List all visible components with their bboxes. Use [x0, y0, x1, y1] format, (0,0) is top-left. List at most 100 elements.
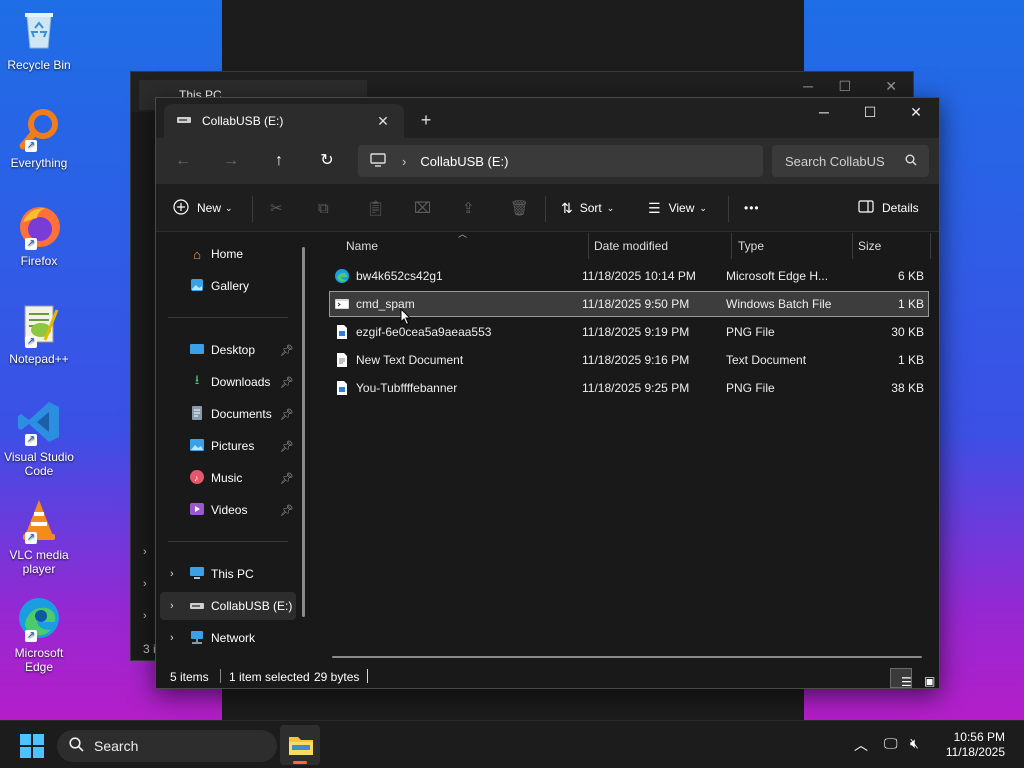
pin-icon[interactable]: 📌︎ [280, 440, 294, 453]
refresh-button[interactable]: ↻ [313, 149, 341, 173]
close-button[interactable]: ✕ [893, 98, 939, 128]
shortcut-arrow-icon: ↗ [25, 434, 37, 446]
minimize-icon[interactable]: ─ [803, 78, 813, 94]
file-row[interactable]: bw4k652cs42g1 11/18/2025 10:14 PM Micros… [330, 264, 928, 288]
share-button[interactable]: ⇪ [462, 196, 475, 220]
file-size: 1 KB [897, 353, 924, 367]
pin-icon[interactable]: 📌︎ [280, 408, 294, 421]
search-box[interactable]: Search CollabUS [772, 145, 929, 177]
rename-icon: ⌧ [414, 200, 432, 217]
address-bar[interactable]: › CollabUSB (E:) [358, 145, 763, 177]
up-button[interactable]: ↑ [265, 149, 293, 173]
column-header-size[interactable]: Size [858, 233, 881, 259]
chevron-right-icon[interactable]: › [170, 632, 174, 644]
system-clock[interactable]: 10:56 PM 11/18/2025 [946, 730, 1005, 760]
nav-item-downloads[interactable]: ⭳ Downloads 📌︎ [160, 368, 296, 396]
chevron-down-icon: ⌄ [606, 202, 615, 213]
file-row-selected[interactable]: cmd_spam 11/18/2025 9:50 PM Windows Batc… [329, 291, 929, 317]
file-row[interactable]: New Text Document 11/18/2025 9:16 PM Tex… [330, 348, 928, 372]
new-button[interactable]: New ⌄ [173, 196, 233, 220]
rename-button[interactable]: ⌧ [414, 196, 431, 220]
plus-circle-icon [173, 198, 189, 218]
minimize-button[interactable]: ─ [801, 98, 847, 128]
close-icon[interactable]: ✕ [885, 78, 897, 95]
desktop-icon-firefox[interactable]: ↗ Firefox [2, 202, 76, 268]
taskbar-file-explorer[interactable] [280, 725, 320, 765]
nav-item-documents[interactable]: Documents 📌︎ [160, 400, 296, 428]
maximize-button[interactable]: ☐ [847, 98, 893, 128]
chevron-right-icon[interactable]: › [170, 568, 174, 580]
desktop-icon-everything[interactable]: ↗ Everything [2, 104, 76, 170]
taskbar: Search ︿ 🖵︎ 🔇︎ 10:56 PM 11/18/2025 [0, 720, 1024, 768]
status-divider [220, 669, 221, 683]
volume-muted-icon[interactable]: 🔇︎ [910, 735, 919, 752]
details-view-icon: ☰ [901, 675, 912, 689]
usb-drive-icon [188, 599, 206, 614]
file-type: PNG File [726, 325, 775, 339]
copy-button[interactable]: ⧉ [318, 196, 329, 220]
nav-item-desktop[interactable]: Desktop 📌︎ [160, 336, 296, 364]
column-header-name[interactable]: Name [346, 233, 378, 259]
chevron-right-icon[interactable]: › [170, 600, 174, 612]
desktop-icon-vscode[interactable]: ↗ Visual Studio Code [2, 398, 76, 478]
desktop-icon-notepadpp[interactable]: ↗ Notepad++ [2, 300, 76, 366]
more-options-button[interactable]: ••• [744, 196, 760, 220]
pin-icon[interactable]: 📌︎ [280, 472, 294, 485]
nav-item-gallery[interactable]: Gallery [160, 272, 296, 300]
title-bar[interactable]: CollabUSB (E:) ✕ + ─ ☐ ✕ [156, 98, 939, 138]
paste-button[interactable]: 📋︎ [366, 196, 385, 220]
file-row[interactable]: You-Tubffffebanner 11/18/2025 9:25 PM PN… [330, 376, 928, 400]
new-tab-button[interactable]: + [414, 110, 438, 131]
cut-button[interactable]: ✂ [270, 196, 283, 220]
forward-button[interactable]: → [217, 149, 245, 173]
nav-item-videos[interactable]: Videos 📌︎ [160, 496, 296, 524]
nav-item-music[interactable]: ♪ Music 📌︎ [160, 464, 296, 492]
chevron-right-icon[interactable]: › [143, 546, 147, 558]
start-button[interactable] [20, 734, 44, 761]
shortcut-arrow-icon: ↗ [25, 630, 37, 642]
nav-item-collabusb[interactable]: › CollabUSB (E:) [160, 592, 296, 620]
network-status-icon[interactable]: 🖵︎ [884, 735, 898, 752]
file-explorer-window[interactable]: CollabUSB (E:) ✕ + ─ ☐ ✕ ← → ↑ ↻ › Colla… [155, 97, 940, 689]
desktop-icon-edge[interactable]: ↗ Microsoft Edge [2, 594, 76, 674]
tab-collabusb[interactable]: CollabUSB (E:) ✕ [164, 104, 404, 138]
refresh-icon: ↻ [320, 152, 334, 169]
back-button[interactable]: ← [169, 149, 197, 173]
tiles-view-button[interactable]: ▣ [913, 668, 935, 688]
file-row[interactable]: ezgif-6e0cea5a9aeaa553 11/18/2025 9:19 P… [330, 320, 928, 344]
view-button[interactable]: ☰ View ⌄ [648, 196, 707, 220]
column-divider[interactable] [930, 233, 931, 259]
sort-button[interactable]: ⇅ Sort ⌄ [561, 196, 614, 220]
breadcrumb-current[interactable]: CollabUSB (E:) [420, 154, 508, 169]
details-pane-button[interactable]: Details [858, 196, 919, 220]
desktop-icon-recycle-bin[interactable]: Recycle Bin [2, 6, 76, 72]
taskbar-search[interactable]: Search [57, 730, 277, 762]
column-divider[interactable] [588, 233, 589, 259]
nav-item-home[interactable]: ⌂ Home [160, 240, 296, 268]
nav-item-pictures[interactable]: Pictures 📌︎ [160, 432, 296, 460]
chevron-right-icon[interactable]: › [143, 578, 147, 590]
desktop-icon-vlc[interactable]: ↗ VLC media player [2, 496, 76, 576]
nav-scrollbar[interactable] [302, 247, 305, 617]
close-tab-icon[interactable]: ✕ [372, 113, 394, 130]
column-header-type[interactable]: Type [738, 233, 764, 259]
nav-item-network[interactable]: › Network [160, 624, 296, 652]
active-indicator [293, 761, 307, 764]
column-divider[interactable] [852, 233, 853, 259]
nav-item-this-pc[interactable]: › This PC [160, 560, 296, 588]
pin-icon[interactable]: 📌︎ [280, 376, 294, 389]
column-header-date[interactable]: Date modified [594, 233, 668, 259]
chevron-up-icon[interactable]: ︿ [854, 735, 868, 755]
batch-file-icon [334, 296, 350, 312]
maximize-icon[interactable]: ☐ [838, 78, 851, 95]
chevron-right-icon[interactable]: › [143, 610, 147, 622]
status-bar: 5 items 1 item selected 29 bytes ☰ ▣ [156, 666, 939, 689]
column-divider[interactable] [731, 233, 732, 259]
pin-icon[interactable]: 📌︎ [280, 504, 294, 517]
delete-button[interactable]: 🗑︎ [510, 196, 529, 220]
notepadpp-icon: ↗ [15, 300, 63, 348]
details-view-button[interactable]: ☰ [890, 668, 912, 689]
horizontal-scrollbar[interactable] [332, 656, 922, 658]
pin-icon[interactable]: 📌︎ [280, 344, 294, 357]
divider [728, 196, 729, 222]
